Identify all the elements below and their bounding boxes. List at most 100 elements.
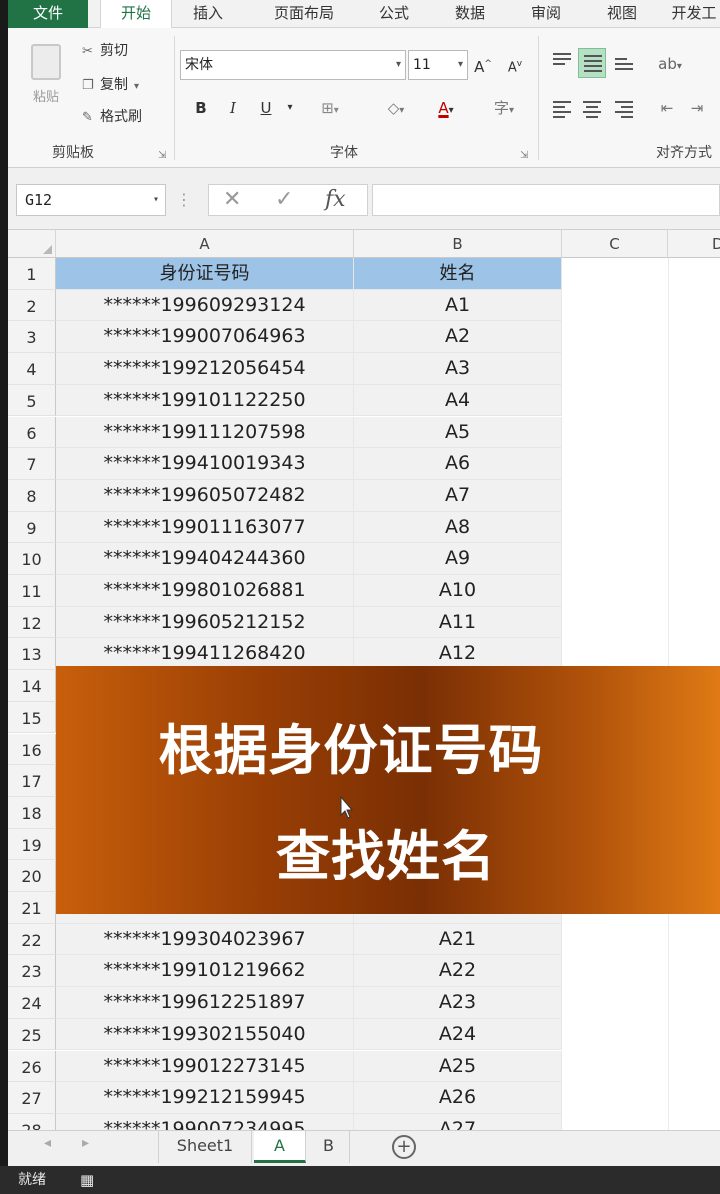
sheet-tab-sheet1[interactable]: Sheet1 (158, 1131, 252, 1163)
column-header-a[interactable]: A (56, 230, 354, 258)
add-sheet-icon[interactable]: + (392, 1135, 416, 1159)
cell-id-number[interactable]: ******199007234995 (56, 1113, 354, 1130)
italic-button[interactable]: I (218, 94, 248, 122)
copy-button[interactable]: ❐ 复制 ▾ (82, 74, 139, 96)
macro-record-icon[interactable]: ▦ (80, 1166, 94, 1194)
cell-id-number[interactable]: ******199605072482 (56, 479, 354, 512)
align-left-icon[interactable] (548, 98, 576, 120)
scroll-tabs-left-icon[interactable]: ◂ (44, 1135, 51, 1151)
tab-developer[interactable]: 开发工 (668, 0, 720, 28)
orientation-button[interactable]: ab▾ (648, 50, 692, 78)
tab-formulas[interactable]: 公式 (364, 0, 424, 28)
row-header[interactable]: 12 (8, 606, 56, 639)
tab-review[interactable]: 审阅 (516, 0, 576, 28)
cell-id-number[interactable]: ******199212159945 (56, 1082, 354, 1114)
row-header[interactable]: 18 (8, 796, 56, 829)
cell-name[interactable]: A26 (354, 1082, 562, 1114)
cell-id-number[interactable]: ******199304023967 (56, 923, 354, 956)
cell-name[interactable]: A10 (354, 575, 562, 607)
row-header[interactable]: 6 (8, 416, 56, 449)
cell-name[interactable]: A6 (354, 448, 562, 480)
column-header-d[interactable]: D (668, 230, 720, 258)
row-header[interactable]: 11 (8, 575, 56, 607)
row-header[interactable]: 1 (8, 258, 56, 290)
dialog-launcher-icon[interactable]: ⇲ (520, 150, 528, 161)
row-header[interactable]: 9 (8, 511, 56, 544)
sheet-tab-a[interactable]: A (254, 1131, 306, 1163)
formula-input[interactable] (372, 184, 720, 216)
cell-id-number[interactable]: ******199012273145 (56, 1050, 354, 1083)
cell-name[interactable]: A21 (354, 923, 562, 956)
tab-insert[interactable]: 插入 (178, 0, 238, 28)
tab-data[interactable]: 数据 (440, 0, 500, 28)
column-header-c[interactable]: C (562, 230, 668, 258)
cell-id-number[interactable]: ******199007064963 (56, 321, 354, 354)
row-header[interactable]: 25 (8, 1018, 56, 1051)
cell-id-number[interactable]: ******199404244360 (56, 543, 354, 575)
tab-page-layout[interactable]: 页面布局 (254, 0, 354, 28)
cancel-icon[interactable]: ✕ (223, 185, 241, 215)
row-header[interactable]: 24 (8, 987, 56, 1019)
cell-id-number[interactable]: ******199605212152 (56, 606, 354, 639)
cell-name[interactable]: A25 (354, 1050, 562, 1083)
enter-icon[interactable]: ✓ (275, 185, 293, 215)
phonetic-button[interactable]: 字▾ (482, 94, 526, 122)
cell-name[interactable]: A11 (354, 606, 562, 639)
cell-name[interactable]: A5 (354, 416, 562, 449)
row-header[interactable]: 20 (8, 860, 56, 892)
cell-name[interactable]: A4 (354, 384, 562, 417)
cell-name[interactable]: A24 (354, 1018, 562, 1051)
header-cell-name[interactable]: 姓名 (354, 258, 562, 290)
row-header[interactable]: 21 (8, 892, 56, 924)
font-color-button[interactable]: A▾ (424, 94, 468, 122)
row-header[interactable]: 23 (8, 955, 56, 988)
tab-home[interactable]: 开始 (100, 0, 172, 29)
decrease-indent-icon[interactable]: ⇤ (654, 94, 680, 122)
select-all-button[interactable] (8, 230, 56, 258)
format-painter-button[interactable]: ✎ 格式刷 (82, 106, 142, 128)
name-box[interactable]: G12 ▾ (16, 184, 166, 216)
cell-id-number[interactable]: ******199612251897 (56, 987, 354, 1019)
row-header[interactable]: 28 (8, 1113, 56, 1130)
row-header[interactable]: 13 (8, 638, 56, 671)
cell-name[interactable]: A22 (354, 955, 562, 988)
cell-id-number[interactable]: ******199302155040 (56, 1018, 354, 1051)
underline-button[interactable]: U (250, 94, 282, 122)
row-header[interactable]: 10 (8, 543, 56, 575)
cell-id-number[interactable]: ******199111207598 (56, 416, 354, 449)
row-header[interactable]: 5 (8, 384, 56, 417)
tab-file[interactable]: 文件 (8, 0, 88, 28)
cell-name[interactable]: A27 (354, 1113, 562, 1130)
row-header[interactable]: 8 (8, 479, 56, 512)
fill-color-button[interactable]: ◇▾ (374, 94, 418, 122)
tab-view[interactable]: 视图 (592, 0, 652, 28)
row-header[interactable]: 3 (8, 321, 56, 354)
cell-id-number[interactable]: ******199609293124 (56, 289, 354, 322)
chevron-down-icon[interactable]: ▾ (282, 94, 298, 122)
bold-button[interactable]: B (186, 94, 216, 122)
font-size-box[interactable]: 11 ▾ (408, 50, 468, 80)
row-header[interactable]: 2 (8, 289, 56, 322)
align-middle-icon[interactable] (578, 48, 606, 78)
cell-name[interactable]: A2 (354, 321, 562, 354)
row-header[interactable]: 26 (8, 1050, 56, 1083)
dialog-launcher-icon[interactable]: ⇲ (158, 150, 166, 161)
cell-name[interactable]: A9 (354, 543, 562, 575)
cell-id-number[interactable]: ******199101122250 (56, 384, 354, 417)
insert-function-icon[interactable]: fx (325, 185, 346, 215)
borders-button[interactable]: ⊞▾ (310, 94, 350, 122)
cell-id-number[interactable]: ******199801026881 (56, 575, 354, 607)
row-header[interactable]: 7 (8, 448, 56, 480)
cell-name[interactable]: A7 (354, 479, 562, 512)
row-header[interactable]: 19 (8, 828, 56, 861)
cell-id-number[interactable]: ******199212056454 (56, 353, 354, 385)
cell-id-number[interactable]: ******199011163077 (56, 511, 354, 544)
align-center-icon[interactable] (578, 98, 606, 120)
header-cell-id-number[interactable]: 身份证号码 (56, 258, 354, 290)
cut-button[interactable]: ✂ 剪切 (82, 40, 128, 62)
font-name-box[interactable]: 宋体 ▾ (180, 50, 406, 80)
column-header-b[interactable]: B (354, 230, 562, 258)
row-header[interactable]: 15 (8, 701, 56, 734)
align-top-icon[interactable] (548, 50, 576, 72)
increase-indent-icon[interactable]: ⇥ (684, 94, 710, 122)
